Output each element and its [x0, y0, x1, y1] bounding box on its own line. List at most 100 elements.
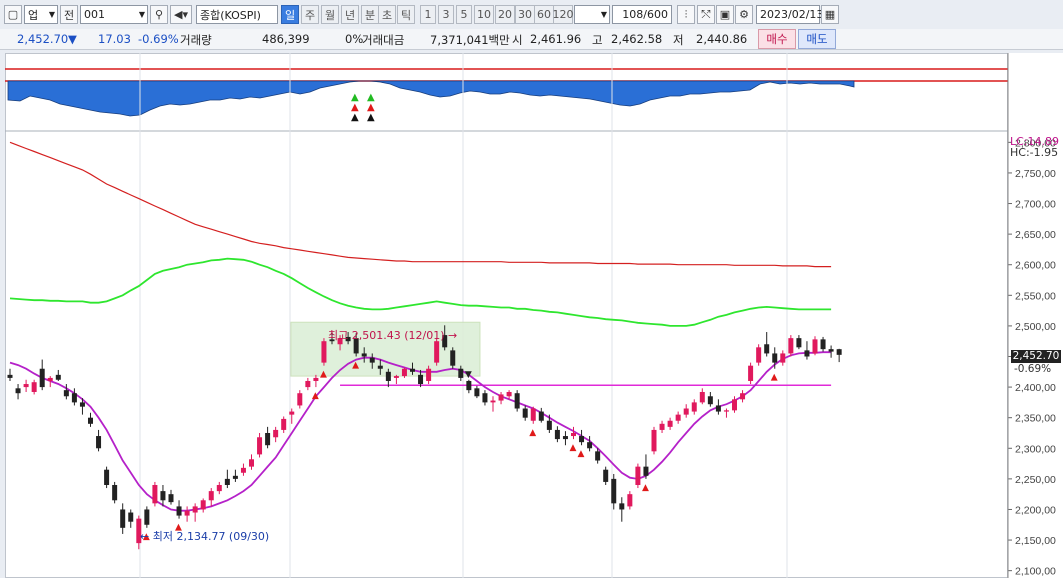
candlestick-chart[interactable]: ▲ ▲ ▲ ▲ ▲ ▲ ▲▲▲▲▲▲▲▲▲▲▼ 2,800,002,750,00… — [0, 0, 1063, 578]
vertical-grid — [139, 53, 788, 578]
y-tick-label: 2,500,00 — [1015, 321, 1056, 333]
buy-signal-arrow-icon: ▲ — [642, 483, 649, 493]
candle-body — [458, 368, 464, 378]
candle-body — [715, 405, 721, 412]
candle-body — [313, 377, 319, 381]
candle-body — [63, 390, 69, 397]
buy-signal-arrow-icon: ▲ — [570, 443, 577, 453]
candle-body — [176, 506, 182, 516]
candle-body — [273, 429, 279, 438]
candle-body — [7, 374, 13, 378]
candle-body — [79, 402, 85, 407]
candle-body — [579, 436, 585, 443]
candle-body — [426, 368, 432, 381]
candle-body — [659, 423, 665, 430]
current-price-marker: 2,452.70 — [1011, 350, 1061, 363]
buy-signal-arrow-icon: ▲ — [771, 373, 778, 383]
candle-body — [554, 429, 560, 440]
candle-body — [200, 500, 206, 510]
y-tick-label: 2,400,00 — [1015, 382, 1056, 394]
candle-body — [144, 509, 150, 525]
sell-signal-arrow-icon: ▼ — [465, 370, 472, 380]
y-tick-label: 2,650,00 — [1015, 229, 1056, 241]
hc-label: HC:-1.95 — [1010, 146, 1059, 159]
candle-body — [257, 437, 263, 455]
current-change-pct-marker: -0.69% — [1014, 363, 1052, 375]
candle-body — [289, 411, 295, 415]
candle-body — [603, 469, 609, 482]
candle-body — [88, 417, 93, 424]
candle-body — [240, 467, 246, 473]
candle-body — [635, 466, 641, 485]
candle-body — [31, 382, 37, 392]
candle-body — [780, 353, 786, 363]
candle-body — [23, 384, 29, 388]
candle-body — [305, 380, 311, 388]
black-up-arrow-icon: ▲ — [351, 112, 359, 123]
candle-body — [611, 478, 617, 504]
candle-body — [184, 510, 190, 516]
candle-body — [748, 365, 754, 381]
arrow-right-icon: → — [448, 329, 458, 342]
candle-body — [530, 408, 536, 421]
candle-body — [675, 414, 681, 421]
candle-body — [498, 394, 504, 401]
y-tick-label: 2,600,00 — [1015, 260, 1056, 272]
low-annotation: ← 최저 2,134.77 (09/30) — [140, 528, 269, 544]
candle-body — [168, 494, 174, 503]
candle-body — [707, 396, 713, 405]
candle-body — [723, 410, 729, 412]
high-annotation: 최고 2,501.43 (12/01) → — [328, 327, 457, 343]
candle-body — [160, 491, 166, 501]
candle-body — [321, 341, 327, 363]
candle-body — [619, 503, 625, 510]
candle-body — [836, 349, 842, 355]
candle-body — [804, 350, 810, 357]
candle-body — [281, 418, 287, 430]
candle-body — [595, 451, 601, 461]
candle-body — [410, 368, 415, 372]
candle-body — [377, 365, 383, 369]
candle-body — [482, 393, 488, 403]
low-annotation-text: 최저 2,134.77 (09/30) — [152, 530, 270, 543]
y-tick-label: 2,100,00 — [1015, 566, 1056, 578]
candle-body — [643, 466, 649, 476]
buy-signal-arrow-icon: ▲ — [312, 391, 319, 401]
candle-body — [47, 377, 53, 381]
candle-body — [450, 350, 456, 366]
y-tick-label: 2,150,00 — [1015, 535, 1056, 547]
candle-body — [232, 475, 238, 479]
candle-body — [249, 459, 254, 467]
candle-body — [361, 353, 367, 357]
candle-body — [393, 376, 399, 378]
candle-body — [546, 420, 552, 430]
candle-body — [506, 391, 512, 397]
candle-body — [192, 506, 198, 513]
candle-body — [667, 420, 673, 427]
candle-body — [208, 491, 214, 501]
buy-signal-arrow-icon: ▲ — [320, 370, 327, 380]
y-tick-label: 2,750,00 — [1015, 168, 1056, 180]
black-up-arrow-icon: ▲ — [367, 112, 375, 123]
candle-body — [224, 478, 230, 485]
candle-body — [104, 469, 110, 485]
candle-body — [796, 338, 802, 348]
candle-body — [466, 380, 472, 391]
candle-body — [297, 393, 303, 406]
y-tick-label: 2,200,00 — [1015, 504, 1056, 516]
candle-body — [683, 408, 689, 415]
candle-body — [15, 388, 21, 394]
candle-body — [120, 509, 126, 528]
buy-signal-arrow-icon: ▲ — [352, 361, 359, 371]
candle-body — [401, 368, 407, 377]
buy-signal-arrow-icon: ▲ — [529, 428, 536, 438]
candle-body — [96, 436, 102, 449]
candle-body — [788, 338, 794, 354]
candle-body — [385, 371, 391, 381]
y-tick-label: 2,300,00 — [1015, 443, 1056, 455]
candle-body — [820, 339, 826, 350]
buy-signal-arrow-icon: ▲ — [578, 449, 585, 459]
candle-body — [490, 400, 496, 403]
candle-body — [71, 393, 77, 403]
candle-body — [772, 353, 778, 363]
